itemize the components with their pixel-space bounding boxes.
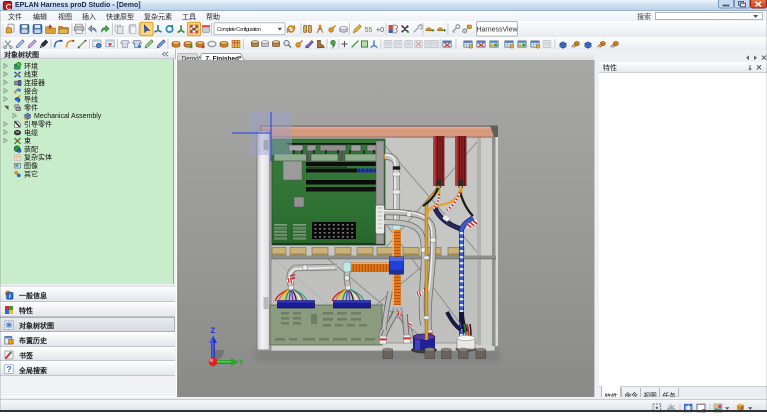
svg-text:电缆: 电缆 (24, 127, 38, 136)
svg-text:+0: +0 (376, 27, 384, 34)
svg-text:线束: 线束 (24, 69, 38, 78)
svg-text:i: i (9, 293, 11, 300)
svg-text:零件: 零件 (24, 102, 38, 111)
svg-text:导线: 导线 (24, 94, 38, 103)
svg-text:复杂实体: 复杂实体 (24, 152, 52, 161)
svg-text:引导零件: 引导零件 (24, 119, 52, 128)
svg-text:装配: 装配 (24, 144, 38, 153)
svg-text:55: 55 (365, 27, 373, 34)
svg-text:Mechanical Assembly: Mechanical Assembly (34, 113, 102, 120)
svg-text:Y: Y (239, 359, 244, 368)
svg-text:环境: 环境 (24, 61, 38, 70)
svg-text:图像: 图像 (24, 161, 38, 170)
svg-text:Complete Configuration: Complete Configuration (217, 27, 261, 33)
svg-text:其它: 其它 (24, 169, 38, 178)
svg-text:束: 束 (24, 137, 31, 145)
svg-text:?: ? (6, 365, 11, 375)
svg-text:HarnessView: HarnessView (476, 27, 518, 34)
svg-text:Z: Z (211, 327, 216, 336)
svg-text:接合: 接合 (24, 86, 38, 95)
svg-text:连接器: 连接器 (24, 78, 45, 87)
